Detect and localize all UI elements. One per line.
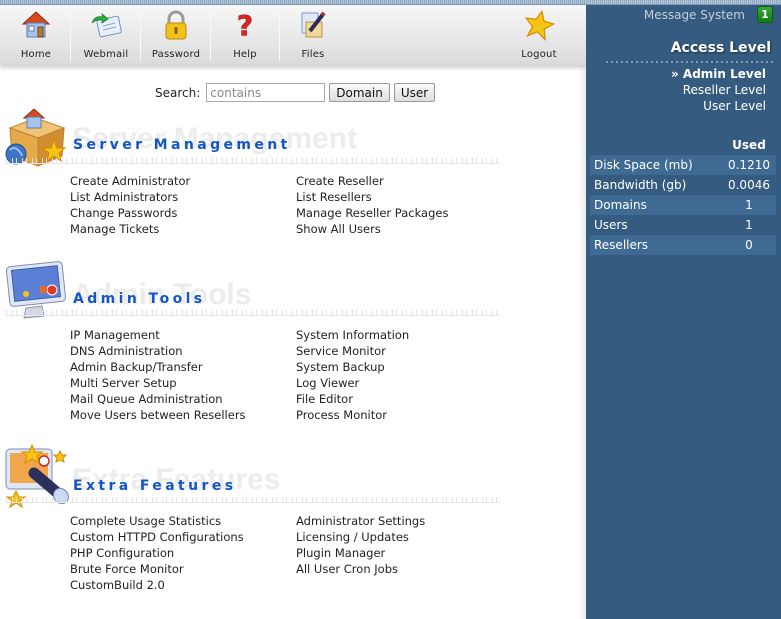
access-level-user[interactable]: User Level <box>671 98 766 114</box>
link-show-all-users[interactable]: Show All Users <box>296 221 448 237</box>
usage-header-used: Used <box>732 138 766 152</box>
toolbar-files[interactable]: Files <box>278 5 348 65</box>
link-custombuild[interactable]: CustomBuild 2.0 <box>70 577 244 593</box>
star-icon <box>524 9 556 41</box>
link-service-monitor[interactable]: Service Monitor <box>296 343 409 359</box>
toolbar-logout[interactable]: Logout <box>504 5 574 65</box>
link-log-viewer[interactable]: Log Viewer <box>296 375 409 391</box>
link-manage-reseller-packages[interactable]: Manage Reseller Packages <box>296 205 448 221</box>
section-title: Extra Features <box>73 478 237 494</box>
usage-row: Users 1 <box>590 215 776 235</box>
usage-table: Used Disk Space (mb) 0.1210 Bandwidth (g… <box>590 135 776 255</box>
link-system-backup[interactable]: System Backup <box>296 359 409 375</box>
toolbar-webmail-label: Webmail <box>83 49 129 60</box>
link-complete-usage-statistics[interactable]: Complete Usage Statistics <box>70 513 244 529</box>
padlock-icon <box>165 10 187 40</box>
section-title: Server Management <box>73 137 291 153</box>
toolbar: Home Webmail Password ? Help Files Logou… <box>0 5 586 65</box>
search-user-button[interactable]: User <box>393 83 436 102</box>
link-multi-server-setup[interactable]: Multi Server Setup <box>70 375 246 391</box>
section-links-col1: IP Management DNS Administration Admin B… <box>70 327 246 423</box>
link-custom-httpd-configurations[interactable]: Custom HTTPD Configurations <box>70 529 244 545</box>
usage-value: 0.0046 <box>727 178 770 192</box>
section-title: Admin Tools <box>73 291 206 307</box>
files-icon <box>301 11 326 38</box>
link-php-configuration[interactable]: PHP Configuration <box>70 545 244 561</box>
usage-label: Bandwidth (gb) <box>594 178 687 192</box>
sidebar: Message System 1 Access Level » Admin Le… <box>578 5 781 619</box>
toolbar-help-label: Help <box>233 49 257 60</box>
search-input[interactable] <box>206 83 326 102</box>
toolbar-help[interactable]: ? Help <box>210 5 280 65</box>
access-level-divider <box>606 61 773 63</box>
link-list-resellers[interactable]: List Resellers <box>296 189 448 205</box>
link-licensing-updates[interactable]: Licensing / Updates <box>296 529 425 545</box>
link-system-information[interactable]: System Information <box>296 327 409 343</box>
usage-label: Users <box>594 218 628 232</box>
access-level-admin[interactable]: » Admin Level <box>671 66 766 82</box>
svg-text:?: ? <box>237 9 253 41</box>
section-divider <box>5 310 500 316</box>
link-move-users-between-resellers[interactable]: Move Users between Resellers <box>70 407 246 423</box>
message-system[interactable]: Message System 1 <box>644 6 773 23</box>
usage-row: Domains 1 <box>590 195 776 215</box>
toolbar-logout-label: Logout <box>521 49 557 60</box>
usage-label: Domains <box>590 195 722 215</box>
toolbar-password[interactable]: Password <box>141 5 211 65</box>
link-mail-queue-administration[interactable]: Mail Queue Administration <box>70 391 246 407</box>
link-list-administrators[interactable]: List Administrators <box>70 189 190 205</box>
usage-label: Disk Space (mb) <box>590 155 722 175</box>
link-change-passwords[interactable]: Change Passwords <box>70 205 190 221</box>
link-manage-tickets[interactable]: Manage Tickets <box>70 221 190 237</box>
usage-row: Bandwidth (gb) 0.0046 <box>590 175 776 195</box>
usage-header-row: Used <box>590 135 776 155</box>
usage-row: Resellers 0 <box>590 235 776 255</box>
link-administrator-settings[interactable]: Administrator Settings <box>296 513 425 529</box>
home-icon <box>21 11 51 38</box>
link-ip-management[interactable]: IP Management <box>70 327 246 343</box>
section-links-col1: Complete Usage Statistics Custom HTTPD C… <box>70 513 244 593</box>
link-create-reseller[interactable]: Create Reseller <box>296 173 448 189</box>
section-links-col2: System Information Service Monitor Syste… <box>296 327 409 423</box>
toolbar-home-label: Home <box>20 49 52 60</box>
usage-value: 1 <box>745 218 753 232</box>
section-links-col2: Administrator Settings Licensing / Updat… <box>296 513 425 577</box>
search-domain-button[interactable]: Domain <box>329 83 390 102</box>
toolbar-home[interactable]: Home <box>1 5 71 65</box>
access-level-title: Access Level <box>670 40 771 56</box>
link-admin-backup-transfer[interactable]: Admin Backup/Transfer <box>70 359 246 375</box>
question-mark-icon: ? <box>237 9 254 41</box>
section-divider <box>5 497 500 503</box>
message-count-badge[interactable]: 1 <box>757 6 773 23</box>
link-all-user-cron-jobs[interactable]: All User Cron Jobs <box>296 561 425 577</box>
search-bar: Search: Domain User <box>155 83 436 102</box>
access-level-list: » Admin Level Reseller Level User Level <box>671 66 766 114</box>
search-label: Search: <box>155 85 201 100</box>
usage-value: 1 <box>721 195 776 215</box>
link-brute-force-monitor[interactable]: Brute Force Monitor <box>70 561 244 577</box>
usage-value: 0 <box>721 235 776 255</box>
usage-row: Disk Space (mb) 0.1210 <box>590 155 776 175</box>
link-file-editor[interactable]: File Editor <box>296 391 409 407</box>
section-links-col2: Create Reseller List Resellers Manage Re… <box>296 173 448 237</box>
access-level-reseller[interactable]: Reseller Level <box>671 82 766 98</box>
toolbar-webmail[interactable]: Webmail <box>71 5 141 65</box>
section-links-col1: Create Administrator List Administrators… <box>70 173 190 237</box>
usage-value: 0.1210 <box>721 155 776 175</box>
toolbar-files-label: Files <box>301 49 325 60</box>
message-system-label[interactable]: Message System <box>644 8 745 22</box>
toolbar-password-label: Password <box>151 49 201 60</box>
usage-label: Resellers <box>590 235 722 255</box>
section-divider <box>5 158 500 164</box>
mail-icon <box>91 12 122 38</box>
link-plugin-manager[interactable]: Plugin Manager <box>296 545 425 561</box>
page: Home Webmail Password ? Help Files Logou… <box>0 0 781 619</box>
link-process-monitor[interactable]: Process Monitor <box>296 407 409 423</box>
link-dns-administration[interactable]: DNS Administration <box>70 343 246 359</box>
link-create-administrator[interactable]: Create Administrator <box>70 173 190 189</box>
